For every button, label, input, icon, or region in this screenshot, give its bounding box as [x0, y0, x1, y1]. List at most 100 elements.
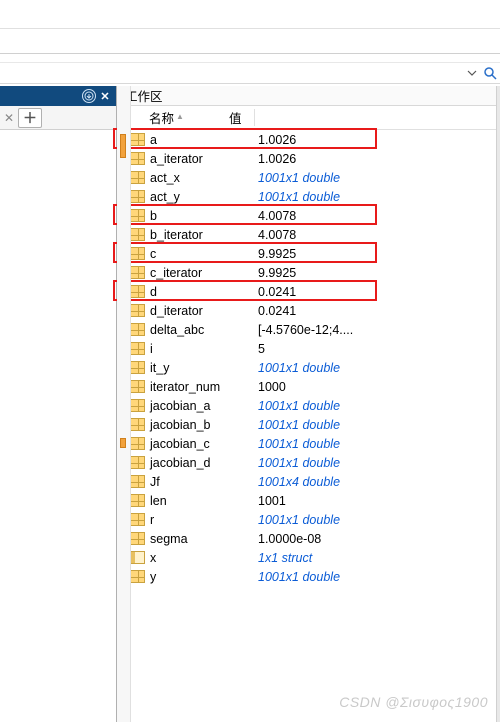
variable-value: 1001x1 double [254, 171, 496, 185]
variable-name: segma [149, 532, 254, 546]
variable-value: 1.0026 [254, 152, 496, 166]
variable-row[interactable]: jacobian_b1001x1 double [117, 415, 496, 434]
variable-row[interactable]: act_y1001x1 double [117, 187, 496, 206]
variable-row[interactable]: b4.0078 [117, 206, 496, 225]
variable-name: c [149, 247, 254, 261]
variable-value: 1001x1 double [254, 418, 496, 432]
col-value-label: 值 [229, 108, 242, 127]
search-icon[interactable] [482, 65, 498, 81]
variable-icon [117, 570, 149, 583]
variable-name: d [149, 285, 254, 299]
variable-row[interactable]: y1001x1 double [117, 567, 496, 586]
close-icon[interactable]: ✕ [98, 89, 112, 103]
variable-icon [117, 475, 149, 488]
variable-row[interactable]: jacobian_d1001x1 double [117, 453, 496, 472]
variable-row[interactable]: jacobian_a1001x1 double [117, 396, 496, 415]
variable-value: 1001x1 double [254, 437, 496, 451]
variable-name: act_y [149, 190, 254, 204]
variable-value: 1001x4 double [254, 475, 496, 489]
variable-row[interactable]: len1001 [117, 491, 496, 510]
ribbon-placeholder [0, 0, 500, 54]
variable-row[interactable]: delta_abc[-4.5760e-12;4.... [117, 320, 496, 339]
variable-name: b_iterator [149, 228, 254, 242]
variable-icon [117, 247, 149, 260]
variable-row[interactable]: b_iterator4.0078 [117, 225, 496, 244]
variable-icon [117, 437, 149, 450]
tab-strip: ✕ ＋ [0, 106, 116, 130]
variable-row[interactable]: Jf1001x4 double [117, 472, 496, 491]
variable-row[interactable]: d0.0241 [117, 282, 496, 301]
variable-icon [117, 171, 149, 184]
right-edge [496, 86, 500, 722]
panel-title: 工作区 [117, 86, 496, 106]
variable-value: 1000 [254, 380, 496, 394]
variable-row[interactable]: segma1.0000e-08 [117, 529, 496, 548]
tab-close-icon[interactable]: ✕ [2, 111, 16, 125]
variable-icon [117, 190, 149, 203]
variable-value: 9.9925 [254, 266, 496, 280]
column-headers[interactable]: 名称 ▲ 值 [117, 106, 496, 130]
variable-icon [117, 532, 149, 545]
variable-icon [117, 399, 149, 412]
variable-value: 1001x1 double [254, 361, 496, 375]
variable-name: x [149, 551, 254, 565]
variable-name: r [149, 513, 254, 527]
dropdown-icon[interactable] [464, 65, 480, 81]
left-panel: ✕ ✕ ＋ [0, 86, 117, 722]
variable-row[interactable]: x1x1 struct [117, 548, 496, 567]
variable-row[interactable]: it_y1001x1 double [117, 358, 496, 377]
variable-value: [-4.5760e-12;4.... [254, 323, 496, 337]
variable-row[interactable]: c9.9925 [117, 244, 496, 263]
left-panel-header: ✕ [0, 86, 116, 106]
variable-row[interactable]: d_iterator0.0241 [117, 301, 496, 320]
variable-value: 1001x1 double [254, 570, 496, 584]
address-bar [0, 62, 500, 84]
new-tab-button[interactable]: ＋ [18, 108, 42, 128]
variable-name: jacobian_c [149, 437, 254, 451]
variable-name: delta_abc [149, 323, 254, 337]
variable-value: 0.0241 [254, 285, 496, 299]
variable-icon [117, 133, 149, 146]
variable-value: 5 [254, 342, 496, 356]
variable-name: jacobian_a [149, 399, 254, 413]
variable-icon [117, 304, 149, 317]
variable-row[interactable]: a_iterator1.0026 [117, 149, 496, 168]
variable-name: jacobian_b [149, 418, 254, 432]
variable-name: d_iterator [149, 304, 254, 318]
variable-row[interactable]: a1.0026 [117, 130, 496, 149]
variable-name: iterator_num [149, 380, 254, 394]
variable-icon [117, 228, 149, 241]
variable-value: 0.0241 [254, 304, 496, 318]
variable-row[interactable]: c_iterator9.9925 [117, 263, 496, 282]
variable-name: y [149, 570, 254, 584]
variable-icon [117, 513, 149, 526]
variable-icon [117, 418, 149, 431]
variable-value: 1.0000e-08 [254, 532, 496, 546]
col-name-label: 名称 [149, 108, 174, 127]
variable-row[interactable]: i5 [117, 339, 496, 358]
variable-name: len [149, 494, 254, 508]
sort-icon: ▲ [176, 112, 184, 121]
variable-name: Jf [149, 475, 254, 489]
variable-icon [117, 266, 149, 279]
variable-name: a [149, 133, 254, 147]
variable-value: 1x1 struct [254, 551, 496, 565]
variable-row[interactable]: iterator_num1000 [117, 377, 496, 396]
variable-name: i [149, 342, 254, 356]
variable-row[interactable]: act_x1001x1 double [117, 168, 496, 187]
panel-title-text: 工作区 [125, 86, 163, 105]
variable-row[interactable]: jacobian_c1001x1 double [117, 434, 496, 453]
variable-icon [117, 152, 149, 165]
variable-value: 4.0078 [254, 209, 496, 223]
variable-icon [117, 456, 149, 469]
variable-value: 1001x1 double [254, 190, 496, 204]
undock-icon[interactable] [82, 89, 96, 103]
variable-value: 1.0026 [254, 133, 496, 147]
variable-value: 1001x1 double [254, 399, 496, 413]
editor-area [0, 130, 116, 722]
variable-value: 1001x1 double [254, 513, 496, 527]
variable-row[interactable]: r1001x1 double [117, 510, 496, 529]
variable-name: a_iterator [149, 152, 254, 166]
variable-name: b [149, 209, 254, 223]
variable-value: 4.0078 [254, 228, 496, 242]
